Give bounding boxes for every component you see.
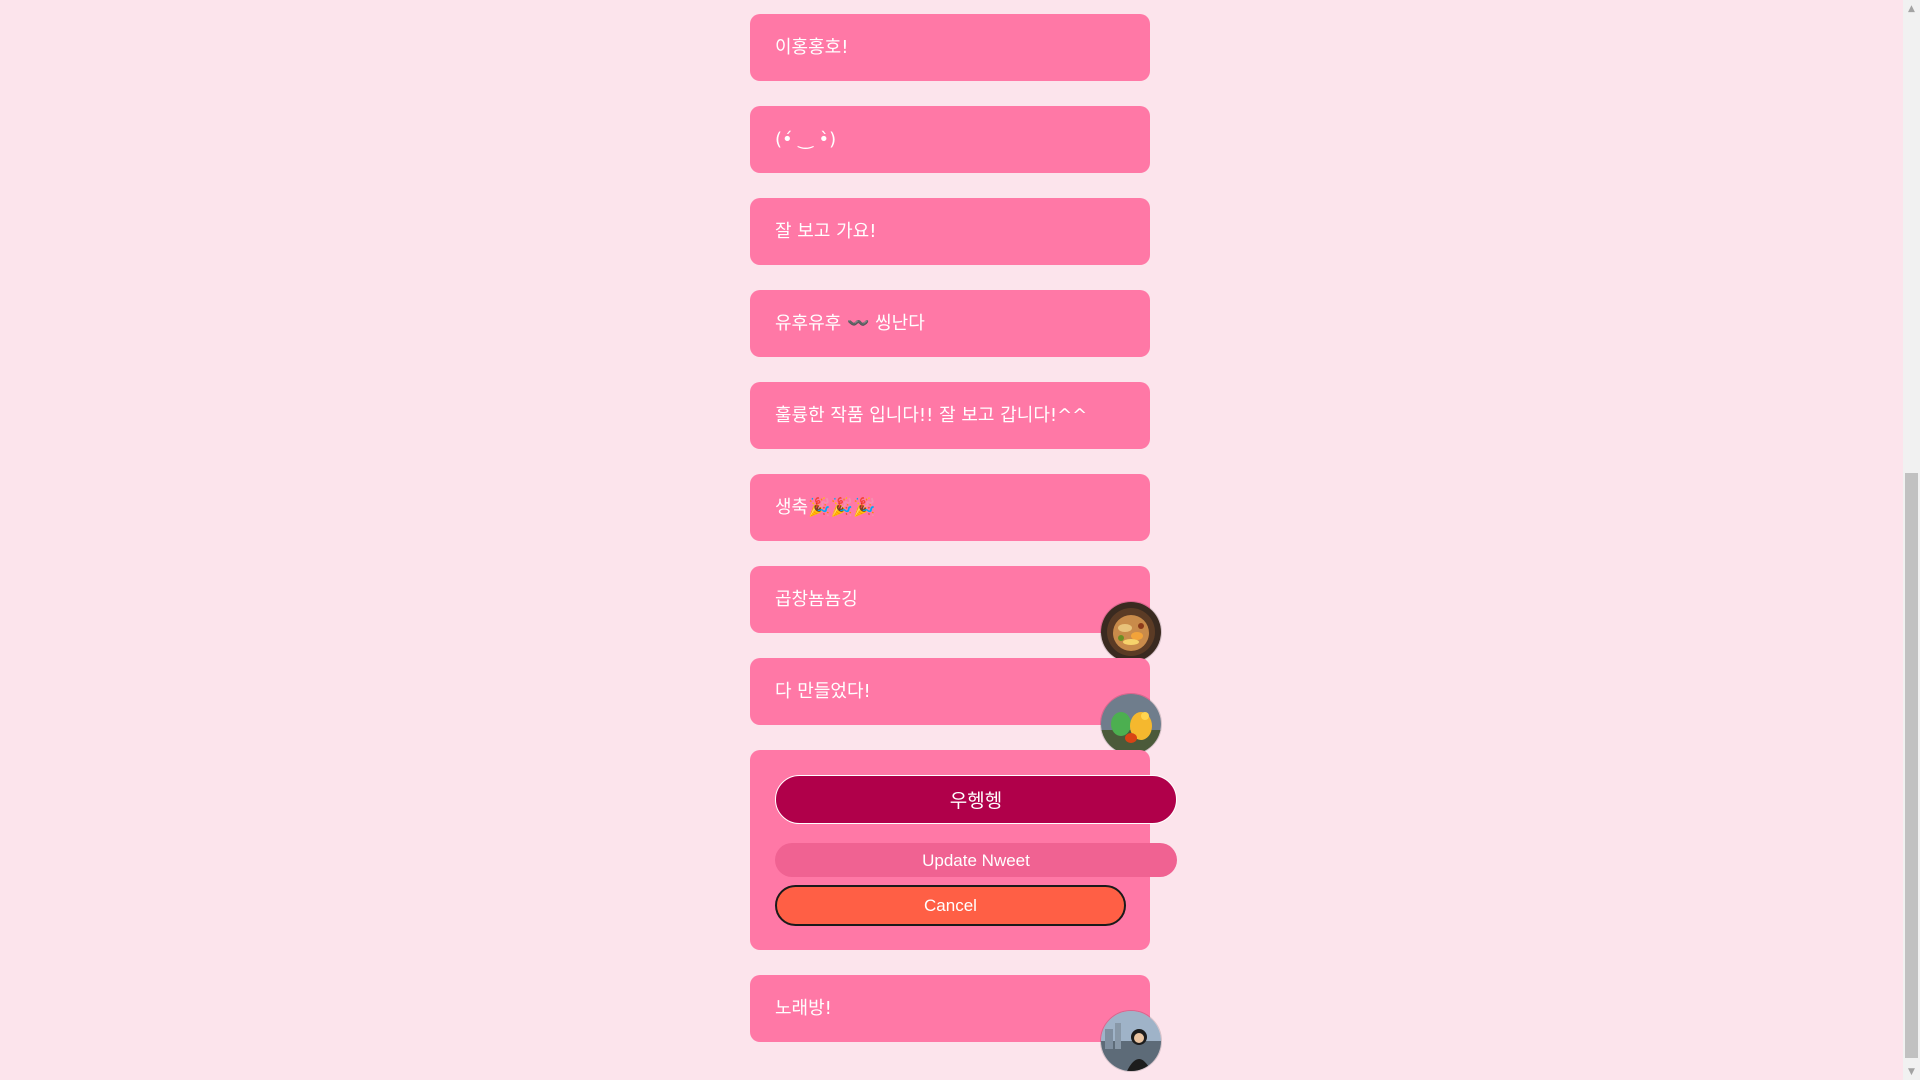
- nweet-text: 곱창뇸뇸깅: [775, 589, 858, 610]
- craft-photo-thumbnail: [1100, 693, 1162, 755]
- nweet-card: 곱창뇸뇸깅: [750, 566, 1162, 663]
- page: 이홍홍호! (•́ ‿ •̀) 잘 보고 가요! 유후유후 〰️ 씽난다 훌륭한…: [0, 0, 1920, 1080]
- nweet-card: 생축🎉🎉🎉: [750, 474, 1150, 541]
- nweet-text: 잘 보고 가요!: [775, 221, 877, 242]
- nweet-feed: 이홍홍호! (•́ ‿ •̀) 잘 보고 가요! 유후유후 〰️ 씽난다 훌륭한…: [750, 14, 1177, 1072]
- nweet-text: 훌륭한 작품 입니다!! 잘 보고 갑니다!^^: [775, 405, 1088, 426]
- nweet-text: 유후유후 〰️ 씽난다: [775, 313, 925, 334]
- nweet-card: 훌륭한 작품 입니다!! 잘 보고 갑니다!^^: [750, 382, 1150, 449]
- update-nweet-button[interactable]: Update Nweet: [775, 843, 1177, 877]
- nweet-card: 다 만들었다!: [750, 658, 1162, 755]
- person-photo-thumbnail: [1100, 1010, 1162, 1072]
- nweet-text: 생축🎉🎉🎉: [775, 497, 876, 518]
- nweet-text: 노래방!: [775, 998, 832, 1019]
- nweet-card: (•́ ‿ •̀): [750, 106, 1150, 173]
- nweet-card: 잘 보고 가요!: [750, 198, 1150, 265]
- nweet-card: 이홍홍호!: [750, 14, 1150, 81]
- nweet-card: 노래방!: [750, 975, 1162, 1072]
- food-photo-thumbnail: [1100, 601, 1162, 663]
- scrollbar-thumb[interactable]: [1905, 473, 1918, 1058]
- nweet-text: (•́ ‿ •̀): [775, 129, 837, 150]
- cancel-button[interactable]: Cancel: [775, 885, 1126, 926]
- edit-nweet-input[interactable]: [775, 775, 1177, 824]
- nweet-card: 유후유후 〰️ 씽난다: [750, 290, 1150, 357]
- nweet-text: 다 만들었다!: [775, 681, 871, 702]
- nweet-text: 이홍홍호!: [775, 37, 849, 58]
- vertical-scrollbar[interactable]: ▲ ▼: [1903, 0, 1920, 1080]
- triangle-up-icon[interactable]: ▲: [1903, 0, 1920, 17]
- edit-nweet-form: Update Nweet Cancel: [750, 750, 1177, 950]
- triangle-down-icon[interactable]: ▼: [1903, 1063, 1920, 1080]
